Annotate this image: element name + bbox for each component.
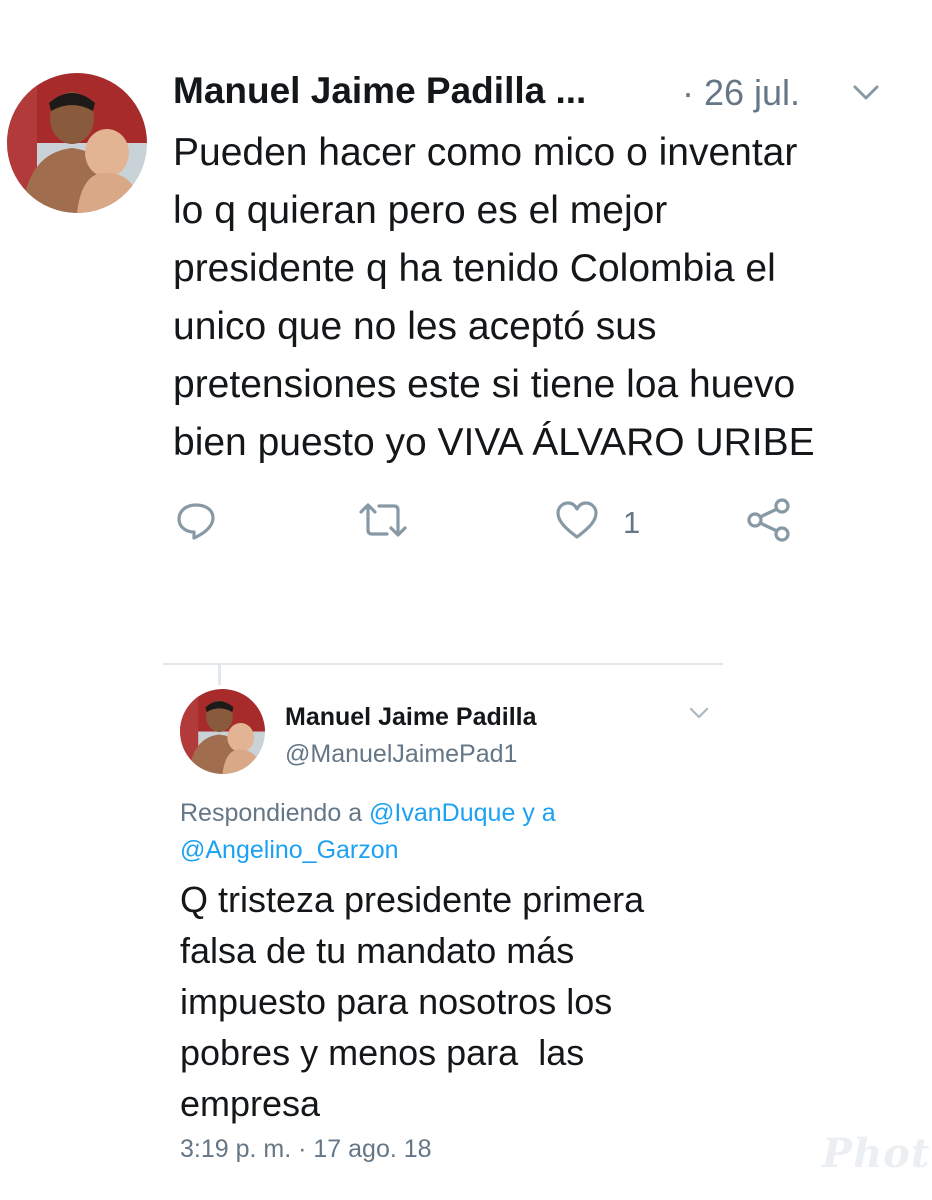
heart-icon[interactable] [555,500,599,540]
tweet-text-line: lo q quieran pero es el mejor [173,189,668,232]
tweet-date[interactable]: · 26 jul. [682,72,800,114]
chevron-down-icon[interactable] [688,706,710,720]
tweet-text-line: Pueden hacer como mico o inventar [173,131,798,174]
thread-line [218,663,221,685]
divider [163,663,723,665]
avatar-photo [180,689,265,774]
tweet-text: Pueden hacer como mico o inventar lo q q… [173,124,913,472]
quoted-text-line: impuesto para nosotros los [180,981,613,1022]
share-icon[interactable] [746,498,792,542]
tweet-text-line: unico que no les aceptó sus [173,305,657,348]
chevron-down-icon[interactable] [851,83,881,103]
timestamp[interactable]: 3:19 p. m. · 17 ago. 18 [180,1135,432,1164]
retweet-icon[interactable] [357,500,409,540]
quoted-text-line: falsa de tu mandato más [180,930,575,971]
tweet-text-line: pretensiones este si tiene loa huevo [173,363,796,406]
like-count: 1 [623,505,641,540]
replying-to-and: y a [522,799,556,827]
reply-icon[interactable] [175,500,217,542]
quoted-text-line: empresa [180,1083,321,1124]
avatar-photo [7,73,147,213]
mention-link[interactable]: @IvanDuque [369,799,515,827]
replying-to: Respondiendo a @IvanDuque y a @Angelino_… [180,795,556,869]
author-name[interactable]: Manuel Jaime Padilla ... [173,70,586,112]
mention-link[interactable]: @Angelino_Garzon [180,836,399,864]
replying-to-label: Respondiendo a [180,799,363,827]
avatar[interactable] [180,689,265,774]
quoted-text-line: Q tristeza presidente primera [180,879,645,920]
avatar[interactable] [7,73,147,213]
tweet-text-line: bien puesto yo VIVA ÁLVARO URIBE [173,421,815,464]
quoted-author-name[interactable]: Manuel Jaime Padilla [285,703,537,732]
quoted-text: Q tristeza presidente primera falsa de t… [180,874,644,1129]
tweet-text-line: presidente q ha tenido Colombia el [173,247,776,290]
quoted-text-line: pobres y menos para las [180,1032,585,1073]
quoted-handle[interactable]: @ManuelJaimePad1 [285,740,517,769]
watermark: Photo [822,1130,932,1177]
